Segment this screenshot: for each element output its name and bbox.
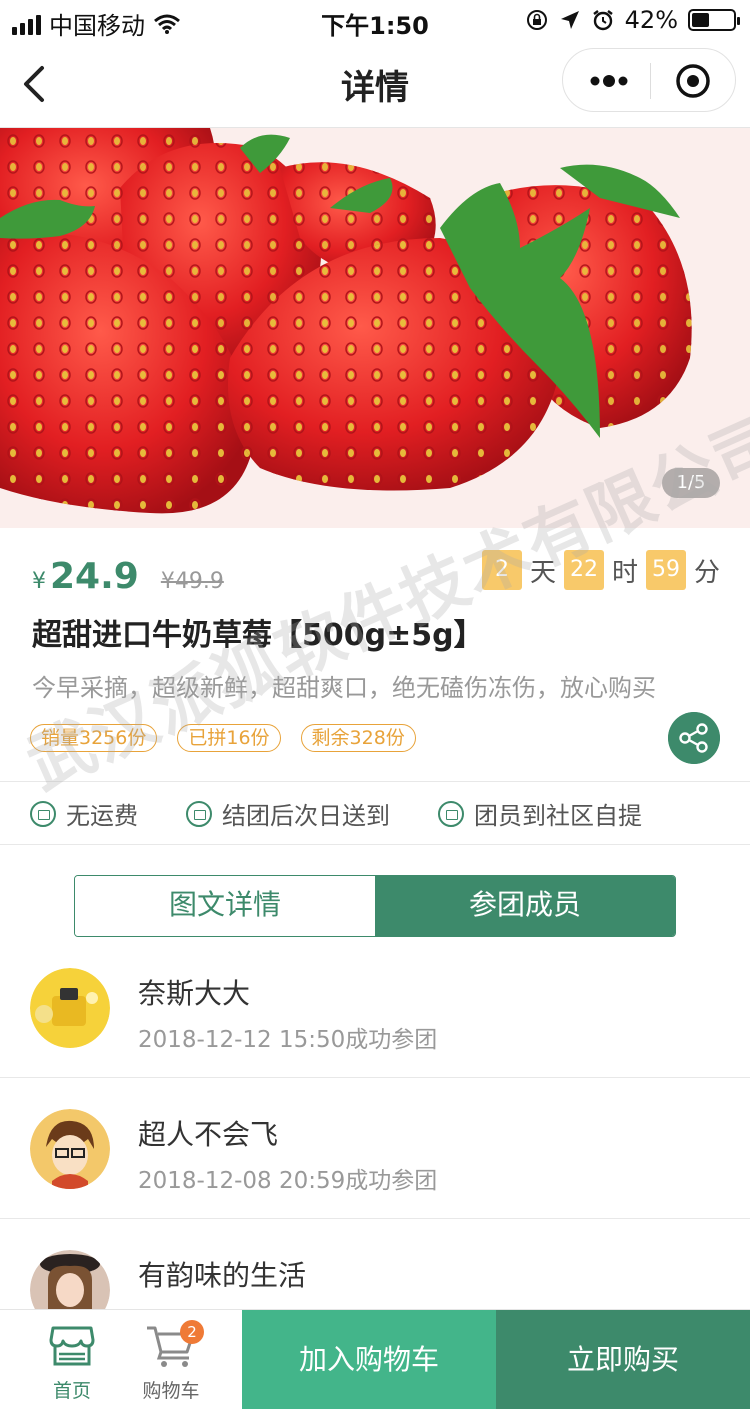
member-name: 有韵味的生活	[138, 1259, 307, 1292]
service-label: 结团后次日送到	[222, 802, 390, 830]
countdown-minutes-unit: 分	[693, 557, 720, 588]
more-icon[interactable]	[587, 67, 631, 95]
cart-label: 购物车	[142, 1380, 200, 1402]
basket-icon	[438, 800, 464, 827]
member-name: 奈斯大大	[138, 977, 251, 1010]
alarm-icon	[592, 10, 613, 31]
add-to-cart-button[interactable]: 加入购物车	[242, 1310, 496, 1409]
home-button[interactable]: 首页	[30, 1324, 114, 1403]
truck-icon	[30, 800, 56, 827]
service-label: 团员到社区自提	[474, 802, 642, 830]
image-pager: 1/5	[662, 468, 720, 498]
close-target-icon[interactable]	[675, 63, 711, 99]
currency-symbol: ¥	[32, 569, 46, 594]
joined-tag: 已拼16份	[177, 724, 281, 752]
service-next-day: 结团后次日送到	[186, 796, 390, 831]
delivery-icon	[186, 800, 212, 827]
member-join-time: 2018-12-08 20:59成功参团	[138, 1168, 438, 1194]
countdown-days-unit: 天	[529, 557, 556, 588]
section-divider	[0, 844, 750, 845]
list-item: 奈斯大大 2018-12-12 15:50成功参团	[0, 950, 750, 1090]
lock-rotation-icon	[526, 10, 547, 30]
avatar	[30, 968, 110, 1048]
group-countdown: 2 天 22 时 59 分	[481, 550, 720, 590]
countdown-hours-unit: 时	[611, 557, 638, 588]
service-label: 无运费	[66, 802, 138, 830]
sales-tag: 销量3256份	[30, 724, 158, 752]
product-image-carousel[interactable]	[0, 128, 750, 528]
bottom-action-bar: 首页 2 购物车 加入购物车 立即购买	[0, 1309, 750, 1409]
service-row: 无运费 结团后次日送到 团员到社区自提	[30, 796, 642, 831]
price-row: ¥ 24.9 ¥49.9	[32, 556, 224, 597]
countdown-minutes: 59	[645, 550, 686, 590]
cart-count-badge: 2	[180, 1320, 204, 1344]
section-divider	[0, 781, 750, 782]
remaining-tag: 剩余328份	[300, 724, 416, 752]
status-bar: 中国移动 下午1:50 42%	[0, 0, 750, 40]
status-right: 42%	[525, 6, 740, 34]
product-tags: 销量3256份 已拼16份 剩余328份	[30, 724, 416, 752]
service-free-shipping: 无运费	[30, 796, 138, 831]
battery-icon	[688, 9, 740, 31]
share-icon[interactable]	[668, 712, 720, 764]
list-divider	[0, 1077, 750, 1078]
list-divider	[0, 1218, 750, 1219]
location-icon	[560, 11, 579, 29]
mini-program-capsule	[562, 48, 736, 112]
countdown-hours: 22	[563, 550, 604, 590]
original-price: ¥49.9	[160, 569, 224, 594]
member-name: 超人不会飞	[138, 1118, 279, 1151]
buy-now-button[interactable]: 立即购买	[496, 1310, 750, 1409]
strawberry-image	[0, 128, 750, 528]
avatar	[30, 1109, 110, 1189]
current-price: 24.9	[50, 556, 139, 597]
service-pickup: 团员到社区自提	[438, 796, 642, 831]
list-item: 超人不会飞 2018-12-08 20:59成功参团	[0, 1091, 750, 1231]
product-title: 超甜进口牛奶草莓【500g±5g】	[32, 618, 484, 653]
store-icon	[49, 1326, 95, 1366]
battery-percent: 42%	[624, 6, 678, 34]
product-description: 今早采摘，超级新鲜，超甜爽口，绝无磕伤冻伤，放心购买	[32, 674, 656, 702]
nav-bar: 详情	[0, 40, 750, 128]
detail-tabs: 图文详情 参团成员	[74, 875, 676, 937]
home-label: 首页	[52, 1380, 91, 1402]
countdown-days: 2	[481, 550, 522, 590]
tab-members[interactable]: 参团成员	[375, 876, 675, 936]
capsule-divider	[650, 63, 651, 99]
tab-detail[interactable]: 图文详情	[75, 876, 375, 936]
cart-button[interactable]: 2 购物车	[126, 1320, 216, 1403]
member-join-time: 2018-12-12 15:50成功参团	[138, 1027, 438, 1053]
